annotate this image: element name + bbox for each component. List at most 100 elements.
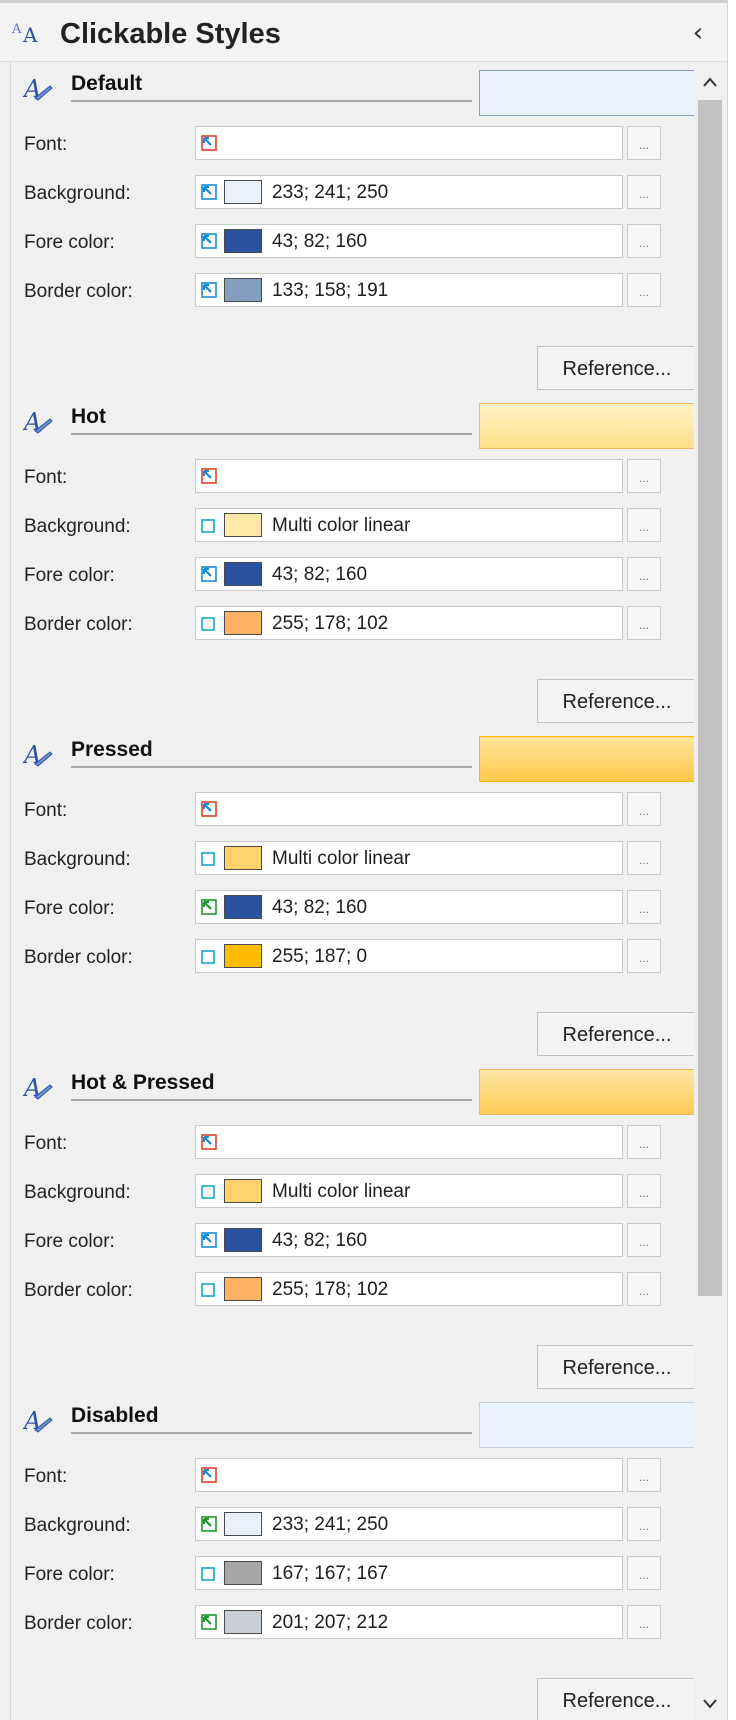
background-field[interactable]: 233; 241; 250 ▾ — [195, 1507, 623, 1541]
border-color-ellipsis-button[interactable]: ... — [627, 1272, 661, 1306]
inherit-state-icon[interactable] — [200, 849, 218, 867]
reference-button[interactable]: Reference... — [537, 1345, 697, 1389]
scroll-down-icon[interactable] — [694, 1688, 726, 1720]
border-color-field[interactable]: 255; 178; 102 ▾ — [195, 606, 623, 640]
scroll-up-icon[interactable] — [694, 66, 726, 98]
fore-color-field[interactable]: 43; 82; 160 ▾ — [195, 557, 623, 591]
reference-button[interactable]: Reference... — [537, 346, 697, 390]
inherit-state-icon[interactable] — [200, 1466, 218, 1484]
inherit-state-icon[interactable] — [200, 898, 218, 916]
reference-button[interactable]: Reference... — [537, 1012, 697, 1056]
inherit-state-icon[interactable] — [200, 1515, 218, 1533]
inherit-state-icon[interactable] — [200, 516, 218, 534]
inherit-state-icon[interactable] — [200, 1613, 218, 1631]
border-color-ellipsis-button[interactable]: ... — [627, 1605, 661, 1639]
background-field[interactable]: Multi color linear ▾ — [195, 841, 623, 875]
fore-color-label: Fore color: — [24, 565, 115, 586]
scroll-thumb[interactable] — [698, 100, 722, 1296]
inherit-state-icon[interactable] — [200, 1564, 218, 1582]
color-swatch — [224, 1277, 262, 1301]
font-row: Font: ▾ ... — [11, 1125, 695, 1161]
background-label: Background: — [24, 183, 131, 204]
inherit-state-icon[interactable] — [200, 467, 218, 485]
background-ellipsis-button[interactable]: ... — [627, 508, 661, 542]
border-color-field[interactable]: 255; 178; 102 ▾ — [195, 1272, 623, 1306]
font-field[interactable]: ▾ — [195, 459, 623, 493]
inherit-state-icon[interactable] — [200, 800, 218, 818]
inherit-state-icon[interactable] — [200, 1231, 218, 1249]
font-ellipsis-button[interactable]: ... — [627, 1458, 661, 1492]
inherit-state-icon[interactable] — [200, 1280, 218, 1298]
border-color-field[interactable]: 255; 187; 0 ▾ — [195, 939, 623, 973]
fore-color-field[interactable]: 167; 167; 167 ▾ — [195, 1556, 623, 1590]
fore-color-ellipsis-button[interactable]: ... — [627, 557, 661, 591]
font-field[interactable]: ▾ — [195, 1458, 623, 1492]
fore-color-row: Fore color: 43; 82; 160 ▾ ... — [11, 557, 695, 593]
font-ellipsis-button[interactable]: ... — [627, 459, 661, 493]
color-swatch — [224, 1561, 262, 1585]
border-color-ellipsis-button[interactable]: ... — [627, 273, 661, 307]
background-field[interactable]: Multi color linear ▾ — [195, 1174, 623, 1208]
fore-color-field[interactable]: 43; 82; 160 ▾ — [195, 890, 623, 924]
inherit-state-icon[interactable] — [200, 947, 218, 965]
font-field[interactable]: ▾ — [195, 792, 623, 826]
panel-title: Clickable Styles — [60, 18, 281, 50]
inherit-state-icon[interactable] — [200, 1133, 218, 1151]
background-ellipsis-button[interactable]: ... — [627, 841, 661, 875]
background-ellipsis-button[interactable]: ... — [627, 175, 661, 209]
inherit-state-icon[interactable] — [200, 1182, 218, 1200]
font-ellipsis-button[interactable]: ... — [627, 1125, 661, 1159]
background-ellipsis-button[interactable]: ... — [627, 1174, 661, 1208]
section-title: Disabled — [71, 1404, 159, 1427]
fore-color-ellipsis-button[interactable]: ... — [627, 224, 661, 258]
style-preview — [479, 736, 697, 782]
color-swatch — [224, 1228, 262, 1252]
font-field[interactable]: ▾ — [195, 1125, 623, 1159]
inherit-state-icon[interactable] — [200, 232, 218, 250]
fore-color-field[interactable]: 43; 82; 160 ▾ — [195, 1223, 623, 1257]
inherit-state-icon[interactable] — [200, 565, 218, 583]
fore-color-value: 43; 82; 160 — [272, 231, 368, 252]
fore-color-ellipsis-button[interactable]: ... — [627, 890, 661, 924]
font-field[interactable]: ▾ — [195, 126, 623, 160]
font-label: Font: — [24, 134, 68, 155]
background-ellipsis-button[interactable]: ... — [627, 1507, 661, 1541]
border-color-field[interactable]: 201; 207; 212 ▾ — [195, 1605, 623, 1639]
inherit-state-icon[interactable] — [200, 614, 218, 632]
style-brush-icon: A — [22, 1071, 53, 1102]
fore-color-row: Fore color: 43; 82; 160 ▾ ... — [11, 1223, 695, 1259]
font-ellipsis-button[interactable]: ... — [627, 792, 661, 826]
border-color-row: Border color: 133; 158; 191 ▾ ... — [11, 273, 695, 309]
background-label: Background: — [24, 849, 131, 870]
style-section-default: A Default Font: ▾ ... Background: 233; 2… — [11, 62, 697, 395]
font-row: Font: ▾ ... — [11, 1458, 695, 1494]
fore-color-field[interactable]: 43; 82; 160 ▾ — [195, 224, 623, 258]
background-row: Background: Multi color linear ▾ ... — [11, 841, 695, 877]
background-field[interactable]: 233; 241; 250 ▾ — [195, 175, 623, 209]
vertical-scrollbar[interactable] — [694, 66, 726, 1720]
background-label: Background: — [24, 516, 131, 537]
border-color-row: Border color: 201; 207; 212 ▾ ... — [11, 1605, 695, 1641]
inherit-state-icon[interactable] — [200, 183, 218, 201]
border-color-ellipsis-button[interactable]: ... — [627, 939, 661, 973]
font-ellipsis-button[interactable]: ... — [627, 126, 661, 160]
background-field[interactable]: Multi color linear ▾ — [195, 508, 623, 542]
inherit-state-icon[interactable] — [200, 134, 218, 152]
style-preview — [479, 1069, 697, 1115]
border-color-ellipsis-button[interactable]: ... — [627, 606, 661, 640]
fore-color-ellipsis-button[interactable]: ... — [627, 1556, 661, 1590]
inherit-state-icon[interactable] — [200, 281, 218, 299]
border-color-label: Border color: — [24, 614, 133, 635]
reference-button[interactable]: Reference... — [537, 679, 697, 723]
background-value: 233; 241; 250 — [272, 182, 389, 203]
fore-color-ellipsis-button[interactable]: ... — [627, 1223, 661, 1257]
svg-text:A: A — [22, 23, 38, 45]
style-section-hot: A Hot Font: ▾ ... Background: Multi colo… — [11, 395, 697, 728]
border-color-value: 255; 178; 102 — [272, 1279, 389, 1300]
style-preview — [479, 403, 697, 449]
fore-color-value: 167; 167; 167 — [272, 1563, 389, 1584]
border-color-field[interactable]: 133; 158; 191 ▾ — [195, 273, 623, 307]
section-title: Pressed — [71, 738, 153, 761]
collapse-icon[interactable]: ‹ — [686, 20, 710, 46]
reference-button[interactable]: Reference... — [537, 1678, 697, 1720]
